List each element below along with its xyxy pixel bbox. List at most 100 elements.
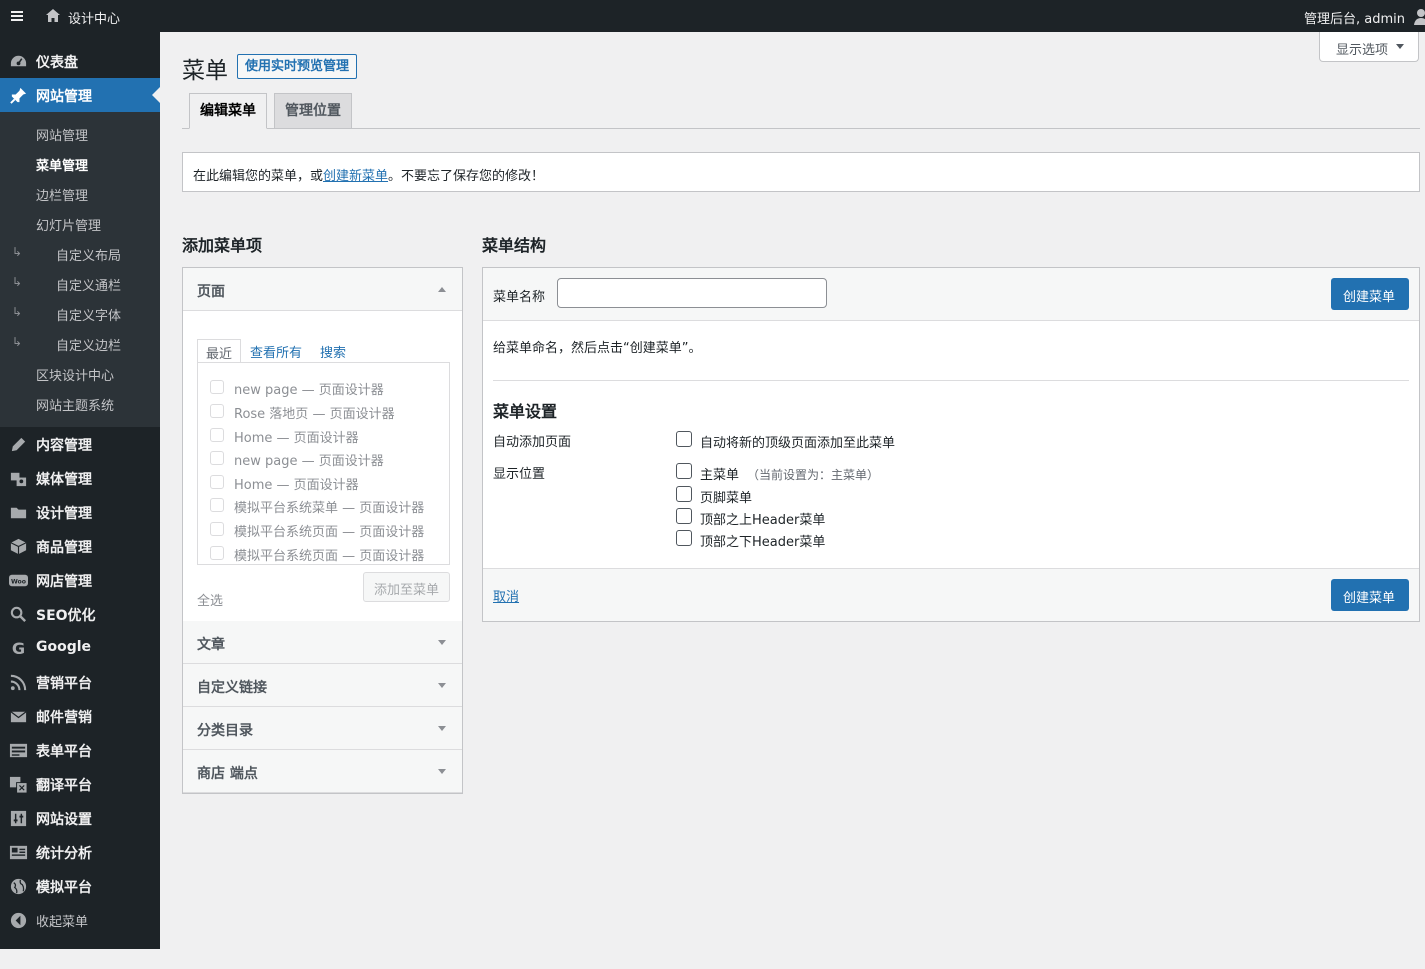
chevron-down-icon (438, 640, 446, 645)
screen-options-button[interactable]: 显示选项 (1319, 32, 1419, 62)
auto-add-checkbox[interactable] (676, 431, 692, 447)
page-checkbox[interactable] (210, 475, 224, 489)
live-preview-button[interactable]: 使用实时预览管理 (237, 54, 358, 79)
submenu-item-block-design[interactable]: 区块设计中心 (0, 358, 160, 388)
pages-checklist: new page — 页面设计器 Rose 落地页 — 页面设计器 Home —… (197, 362, 450, 565)
user-avatar-icon[interactable] (1409, 7, 1425, 25)
page-checkbox[interactable] (210, 546, 224, 560)
mail-icon (9, 707, 28, 726)
indent-arrow-icon: ↳ (12, 305, 23, 319)
folder-icon (9, 503, 28, 522)
sidebar-item-stats[interactable]: 统计分析 (0, 835, 160, 869)
submenu-item-custom-banner[interactable]: ↳ 自定义通栏 (0, 268, 160, 298)
location-checkbox[interactable] (676, 508, 692, 524)
google-icon: G (9, 639, 28, 658)
submenu-item-custom-sidebar[interactable]: ↳ 自定义边栏 (0, 328, 160, 358)
submenu-item-site[interactable]: 网站管理 (0, 118, 160, 148)
create-menu-button-bottom[interactable]: 创建菜单 (1331, 579, 1409, 611)
menu-settings-title: 菜单设置 (493, 402, 558, 421)
location-checkbox[interactable] (676, 530, 692, 546)
sidebar-item-settings[interactable]: 网站设置 (0, 801, 160, 835)
divider (493, 380, 1409, 381)
page-checkbox[interactable] (210, 404, 224, 418)
sidebar-item-dashboard[interactable]: 仪表盘 (0, 44, 160, 78)
sidebar-item-site-management[interactable]: 网站管理 (0, 78, 160, 112)
hamburger-menu-icon[interactable] (10, 8, 24, 24)
page-checkbox[interactable] (210, 451, 224, 465)
info-notice: 在此编辑您的菜单，或创建新菜单。不要忘了保存您的修改！ (182, 152, 1420, 192)
pages-panel: 最近 查看所有 搜索 new page — 页面设计器 Rose 落地页 — 页… (183, 312, 462, 621)
sidebar-item-google[interactable]: G Google (0, 631, 160, 665)
page-checkbox[interactable] (210, 498, 224, 512)
sidebar-collapse-button[interactable]: 收起菜单 (0, 903, 160, 937)
chevron-down-icon (438, 726, 446, 731)
sidebar-item-design[interactable]: 设计管理 (0, 495, 160, 529)
current-location-note: （当前设置为：主菜单） (747, 468, 880, 482)
menu-name-input[interactable] (557, 278, 827, 308)
tab-edit-menus[interactable]: 编辑菜单 (189, 93, 267, 129)
tab-search[interactable]: 搜索 (312, 339, 354, 363)
indent-arrow-icon: ↳ (12, 335, 23, 349)
pin-icon (9, 86, 28, 105)
accordion-pages-header[interactable]: 页面 (183, 268, 462, 311)
menu-name-label: 菜单名称 (493, 290, 546, 305)
site-name-link[interactable]: 设计中心 (68, 8, 120, 27)
cancel-link[interactable]: 取消 (493, 586, 519, 605)
chevron-down-icon (438, 683, 446, 688)
form-icon (9, 741, 28, 760)
tabs-divider (182, 128, 1420, 129)
add-to-menu-button[interactable]: 添加至菜单 (363, 572, 450, 602)
auto-add-label: 自动添加页面 (493, 435, 572, 450)
accordion-categories-header[interactable]: 分类目录 (183, 707, 462, 750)
location-checkbox[interactable] (676, 463, 692, 479)
chevron-up-icon (438, 287, 446, 292)
svg-text:G: G (12, 639, 25, 658)
sidebar-item-translate[interactable]: 翻译平台 (0, 767, 160, 801)
sidebar-item-products[interactable]: 商品管理 (0, 529, 160, 563)
admin-sidebar: 仪表盘 网站管理 网站管理 菜单管理 边栏管理 幻灯片管理 ↳ 自定义布局 ↳ 自定… (0, 32, 160, 949)
submenu-item-menus[interactable]: 菜单管理 (0, 148, 160, 178)
settings-icon (9, 809, 28, 828)
page-checkbox[interactable] (210, 428, 224, 442)
sidebar-item-media[interactable]: 媒体管理 (0, 461, 160, 495)
sidebar-item-email[interactable]: 邮件营销 (0, 699, 160, 733)
create-menu-button[interactable]: 创建菜单 (1331, 278, 1409, 310)
page-checkbox[interactable] (210, 522, 224, 536)
accordion-custom-links-header[interactable]: 自定义链接 (183, 664, 462, 707)
collapse-arrow-icon (9, 911, 28, 930)
add-menu-items-title: 添加菜单项 (182, 236, 263, 255)
globe-icon (9, 877, 28, 896)
sidebar-item-forms[interactable]: 表单平台 (0, 733, 160, 767)
sidebar-item-marketing[interactable]: 营销平台 (0, 665, 160, 699)
svg-text:Woo: Woo (11, 578, 26, 585)
pencil-icon (9, 435, 28, 454)
sidebar-item-shop[interactable]: Woo 网店管理 (0, 563, 160, 597)
page-checkbox[interactable] (210, 380, 224, 394)
submenu-item-slides[interactable]: 幻灯片管理 (0, 208, 160, 238)
user-greeting[interactable]: 管理后台, admin (1304, 8, 1405, 27)
accordion-store-endpoints-header[interactable]: 商店 端点 (183, 750, 462, 793)
sidebar-item-seo[interactable]: SEO优化 (0, 597, 160, 631)
select-all-checkbox-label[interactable]: 全选 (197, 590, 223, 609)
home-icon[interactable] (44, 7, 62, 25)
sidebar-item-simulation[interactable]: 模拟平台 (0, 869, 160, 903)
accordion-posts-header[interactable]: 文章 (183, 621, 462, 664)
tab-most-recent[interactable]: 最近 (197, 339, 242, 363)
submenu-item-custom-layout[interactable]: ↳ 自定义布局 (0, 238, 160, 268)
menu-structure-panel: 菜单名称 创建菜单 给菜单命名，然后点击“创建菜单”。 菜单设置 自动添加页面 … (482, 267, 1420, 622)
search-icon (9, 605, 28, 624)
tab-view-all[interactable]: 查看所有 (242, 339, 310, 363)
display-location-label: 显示位置 (493, 467, 546, 482)
dropdown-arrow-icon (1396, 44, 1404, 49)
create-new-menu-link[interactable]: 创建新菜单 (323, 169, 388, 184)
tab-manage-locations[interactable]: 管理位置 (274, 93, 352, 129)
submenu-item-theme-system[interactable]: 网站主题系统 (0, 388, 160, 418)
add-items-accordion: 页面 最近 查看所有 搜索 new page — 页面设计器 Rose 落地页 … (182, 267, 463, 794)
submenu-item-custom-font[interactable]: ↳ 自定义字体 (0, 298, 160, 328)
sidebar-item-content[interactable]: 内容管理 (0, 427, 160, 461)
sidebar-submenu: 网站管理 菜单管理 边栏管理 幻灯片管理 ↳ 自定义布局 ↳ 自定义通栏 ↳ 自定义字… (0, 112, 160, 427)
admin-bar: 设计中心 管理后台, admin (0, 0, 1425, 32)
dashboard-icon (9, 52, 28, 71)
submenu-item-sidebars[interactable]: 边栏管理 (0, 178, 160, 208)
location-checkbox[interactable] (676, 486, 692, 502)
